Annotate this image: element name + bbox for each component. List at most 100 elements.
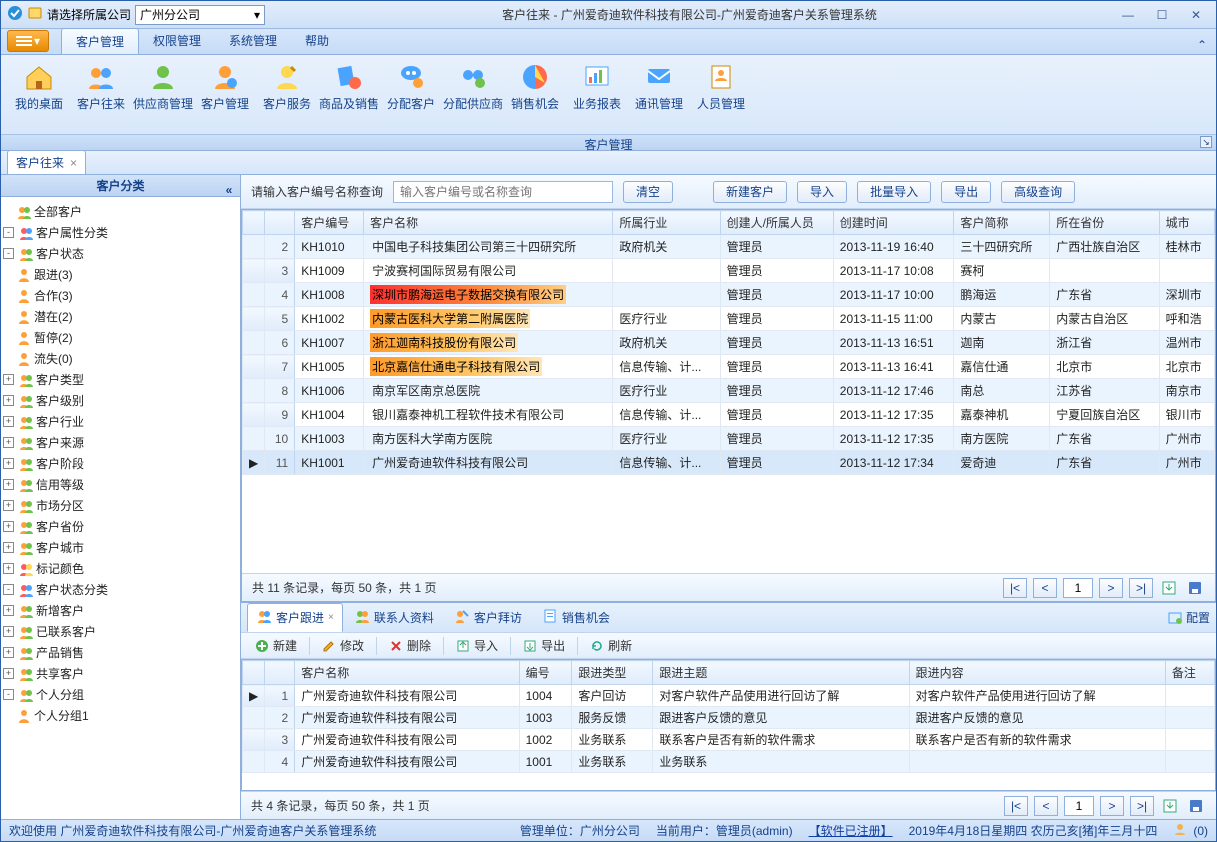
tree-toggle-icon[interactable]: + — [3, 626, 14, 637]
tree-toggle-icon[interactable]: - — [3, 248, 14, 259]
followup-pager-last-button[interactable]: >| — [1130, 796, 1154, 816]
toolbar-new-button[interactable]: 新建 — [249, 635, 303, 656]
ribbon-group-expand-icon[interactable]: ↘ — [1200, 136, 1212, 148]
new-customer-button[interactable]: 新建客户 — [713, 181, 787, 203]
tree-node[interactable]: +信用等级 — [3, 475, 238, 494]
toolbar-import-button[interactable]: 导入 — [450, 635, 504, 656]
ribbon-item[interactable]: 我的桌面 — [11, 59, 67, 114]
ribbon-item[interactable]: 分配客户 — [383, 59, 439, 114]
ribbon-item[interactable]: 人员管理 — [693, 59, 749, 114]
pager-page-input[interactable] — [1063, 578, 1093, 598]
tree-node[interactable]: +新增客户 — [3, 601, 238, 620]
grid-column-header[interactable]: 城市 — [1159, 211, 1214, 235]
tree-node[interactable]: +客户来源 — [3, 433, 238, 452]
tree-toggle-icon[interactable]: + — [3, 563, 14, 574]
app-menu-button[interactable]: ▾ — [7, 30, 49, 52]
detail-tab[interactable]: 销售机会 — [533, 603, 619, 632]
tree-toggle-icon[interactable]: - — [3, 689, 14, 700]
ribbon-tab[interactable]: 客户管理 — [61, 28, 139, 54]
grid-column-header[interactable]: 创建人/所属人员 — [720, 211, 833, 235]
tree-node[interactable]: +市场分区 — [3, 496, 238, 515]
grid-column-header[interactable]: 跟进内容 — [909, 661, 1165, 685]
followup-pager-next-button[interactable]: > — [1100, 796, 1124, 816]
toolbar-export-button[interactable]: 导出 — [517, 635, 571, 656]
followup-pager-export-icon[interactable] — [1160, 796, 1180, 816]
ribbon-item[interactable]: 通讯管理 — [631, 59, 687, 114]
table-row[interactable]: ▶1广州爱奇迪软件科技有限公司1004客户回访对客户软件产品使用进行回访了解对客… — [243, 685, 1215, 707]
detail-tab[interactable]: 客户跟进× — [247, 603, 343, 632]
tree-toggle-icon[interactable]: + — [3, 395, 14, 406]
tree-node[interactable]: -客户状态分类 — [3, 580, 238, 599]
table-row[interactable]: 2KH1010中国电子科技集团公司第三十四研究所政府机关管理员2013-11-1… — [243, 235, 1215, 259]
table-row[interactable]: 9KH1004银川嘉泰神机工程软件技术有限公司信息传输、计...管理员2013-… — [243, 403, 1215, 427]
pager-last-button[interactable]: >| — [1129, 578, 1153, 598]
status-registration-link[interactable]: 【软件已注册】 — [809, 822, 893, 839]
ribbon-item[interactable]: 业务报表 — [569, 59, 625, 114]
grid-column-header[interactable]: 跟进类型 — [572, 661, 653, 685]
table-row[interactable]: 6KH1007浙江迦南科技股份有限公司政府机关管理员2013-11-13 16:… — [243, 331, 1215, 355]
import-button[interactable]: 导入 — [797, 181, 847, 203]
detail-tab[interactable]: 联系人资料 — [345, 603, 443, 632]
grid-column-header[interactable]: 客户名称 — [364, 211, 613, 235]
ribbon-tab[interactable]: 系统管理 — [215, 28, 291, 54]
detail-tab-close-icon[interactable]: × — [328, 612, 334, 623]
company-selector[interactable]: 广州分公司 ▾ — [135, 5, 265, 25]
doc-tab-close-icon[interactable]: × — [70, 156, 77, 170]
followup-pager-first-button[interactable]: |< — [1004, 796, 1028, 816]
tree-toggle-icon[interactable]: + — [3, 458, 14, 469]
tree-toggle-icon[interactable]: + — [3, 542, 14, 553]
tree-node[interactable]: +客户城市 — [3, 538, 238, 557]
tree-node[interactable]: +客户行业 — [3, 412, 238, 431]
grid-column-header[interactable]: 所在省份 — [1050, 211, 1159, 235]
grid-column-header[interactable]: 跟进主题 — [653, 661, 909, 685]
table-row[interactable]: 4KH1008深圳市鹏海运电子数据交换有限公司管理员2013-11-17 10:… — [243, 283, 1215, 307]
tree-node[interactable]: +客户阶段 — [3, 454, 238, 473]
grid-column-header[interactable]: 创建时间 — [833, 211, 954, 235]
tree-node[interactable]: +产品销售 — [3, 643, 238, 662]
table-row[interactable]: 8KH1006南京军区南京总医院医疗行业管理员2013-11-12 17:46南… — [243, 379, 1215, 403]
ribbon-item[interactable]: 客户服务 — [259, 59, 315, 114]
advanced-query-button[interactable]: 高级查询 — [1001, 181, 1075, 203]
tree-toggle-icon[interactable]: + — [3, 416, 14, 427]
close-button[interactable]: ✕ — [1182, 6, 1210, 24]
ribbon-item[interactable]: 供应商管理 — [135, 59, 191, 114]
tree-node[interactable]: 个人分组1 — [3, 706, 238, 725]
tree-node[interactable]: +客户省份 — [3, 517, 238, 536]
ribbon-item[interactable]: 客户往来 — [73, 59, 129, 114]
tree-toggle-icon[interactable]: + — [3, 374, 14, 385]
tree-toggle-icon[interactable]: + — [3, 437, 14, 448]
ribbon-item[interactable]: 分配供应商 — [445, 59, 501, 114]
tree-toggle-icon[interactable]: + — [3, 479, 14, 490]
grid-column-header[interactable]: 客户编号 — [295, 211, 364, 235]
table-row[interactable]: 10KH1003南方医科大学南方医院医疗行业管理员2013-11-12 17:3… — [243, 427, 1215, 451]
tree-toggle-icon[interactable]: + — [3, 647, 14, 658]
ribbon-item[interactable]: 商品及销售 — [321, 59, 377, 114]
sidebar-collapse-icon[interactable]: « — [222, 179, 236, 193]
batch-import-button[interactable]: 批量导入 — [857, 181, 931, 203]
tree-node[interactable]: -客户属性分类 — [3, 223, 238, 242]
grid-column-header[interactable]: 编号 — [519, 661, 572, 685]
pager-first-button[interactable]: |< — [1003, 578, 1027, 598]
detail-tab[interactable]: 客户拜访 — [445, 603, 531, 632]
tree-node[interactable]: 暂停(2) — [3, 328, 238, 347]
followup-pager-save-icon[interactable] — [1186, 796, 1206, 816]
tree-toggle-icon[interactable]: + — [3, 668, 14, 679]
table-row[interactable]: 4广州爱奇迪软件科技有限公司1001业务联系业务联系 — [243, 751, 1215, 773]
toolbar-edit-button[interactable]: 修改 — [316, 635, 370, 656]
ribbon-help-icon[interactable]: ⌃ — [1188, 36, 1216, 54]
search-input[interactable] — [393, 181, 613, 203]
toolbar-delete-button[interactable]: 删除 — [383, 635, 437, 656]
table-row[interactable]: 3KH1009宁波赛柯国际贸易有限公司管理员2013-11-17 10:08赛柯 — [243, 259, 1215, 283]
tree-toggle-icon[interactable]: + — [3, 605, 14, 616]
toolbar-refresh-button[interactable]: 刷新 — [584, 635, 638, 656]
tree-node[interactable]: 潜在(2) — [3, 307, 238, 326]
pager-next-button[interactable]: > — [1099, 578, 1123, 598]
tree-node[interactable]: -客户状态 — [3, 244, 238, 263]
pager-prev-button[interactable]: < — [1033, 578, 1057, 598]
tree-toggle-icon[interactable]: - — [3, 227, 14, 238]
tree-node[interactable]: +共享客户 — [3, 664, 238, 683]
ribbon-tab[interactable]: 帮助 — [291, 28, 343, 54]
tree-node[interactable]: +标记颜色 — [3, 559, 238, 578]
followup-grid[interactable]: 客户名称编号跟进类型跟进主题跟进内容备注 ▶1广州爱奇迪软件科技有限公司1004… — [242, 660, 1215, 773]
pager-save-icon[interactable] — [1185, 578, 1205, 598]
